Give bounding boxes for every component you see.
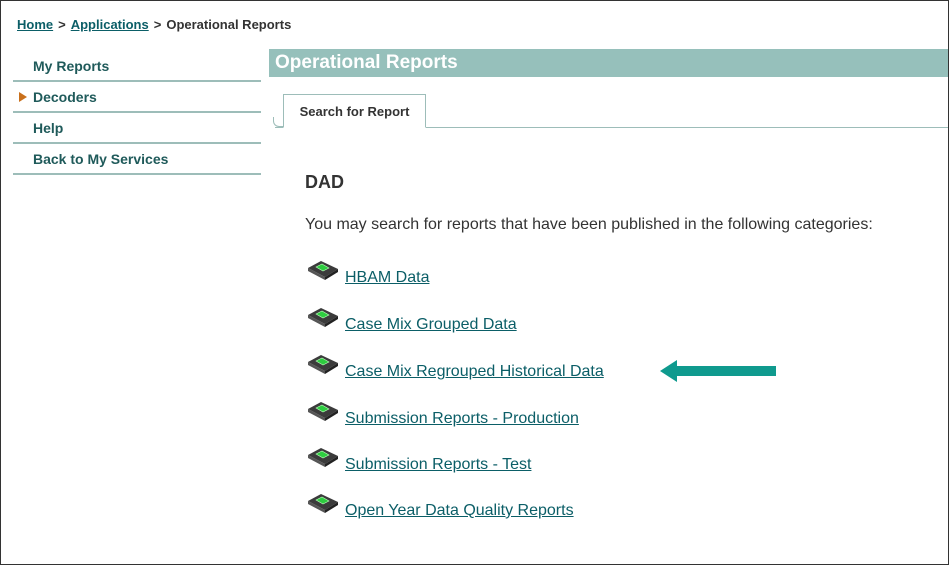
breadcrumb-separator: >	[58, 17, 66, 32]
intro-text: You may search for reports that have bee…	[305, 216, 873, 233]
sidebar-item-label: Decoders	[33, 88, 97, 105]
pointer-arrow-icon	[660, 360, 776, 382]
report-link-submission-reports-production[interactable]: Submission Reports - Production	[345, 410, 579, 428]
breadcrumb-current: Operational Reports	[166, 17, 292, 32]
tab-bar-corner	[273, 117, 283, 127]
section-title: DAD	[305, 172, 344, 192]
sidebar-item-label: Help	[33, 119, 64, 136]
folder-report-icon	[308, 308, 338, 327]
sidebar-item-back-to-my-services[interactable]: Back to My Services	[13, 144, 261, 175]
report-link-hbam-data[interactable]: HBAM Data	[345, 269, 429, 287]
page-title: Operational Reports	[269, 49, 948, 77]
breadcrumb-applications-link[interactable]: Applications	[71, 17, 149, 32]
breadcrumb-home-link[interactable]: Home	[17, 17, 53, 32]
report-link-open-year-data-quality-reports[interactable]: Open Year Data Quality Reports	[345, 502, 574, 520]
report-link-submission-reports-test[interactable]: Submission Reports - Test	[345, 456, 531, 474]
sidebar-item-label: My Reports	[33, 57, 110, 74]
tab-search-for-report[interactable]: Search for Report	[283, 94, 426, 128]
sidebar-item-decoders[interactable]: Decoders	[13, 82, 261, 113]
sidebar-item-my-reports[interactable]: My Reports	[13, 51, 261, 82]
folder-report-icon	[308, 261, 338, 280]
report-link-case-mix-grouped-data[interactable]: Case Mix Grouped Data	[345, 316, 517, 334]
folder-report-icon	[308, 402, 338, 421]
report-link-case-mix-regrouped-historical-data[interactable]: Case Mix Regrouped Historical Data	[345, 363, 604, 381]
folder-report-icon	[308, 355, 338, 374]
sidebar: My Reports Decoders Help Back to My Serv…	[13, 51, 261, 175]
breadcrumb: Home > Applications > Operational Reports	[17, 17, 291, 32]
sidebar-item-help[interactable]: Help	[13, 113, 261, 144]
expand-arrow-icon	[19, 91, 27, 102]
page-frame: Home > Applications > Operational Reports My…	[0, 0, 949, 565]
folder-report-icon	[308, 448, 338, 467]
sidebar-item-label: Back to My Services	[33, 150, 169, 167]
breadcrumb-separator: >	[153, 17, 162, 32]
folder-report-icon	[308, 494, 338, 513]
